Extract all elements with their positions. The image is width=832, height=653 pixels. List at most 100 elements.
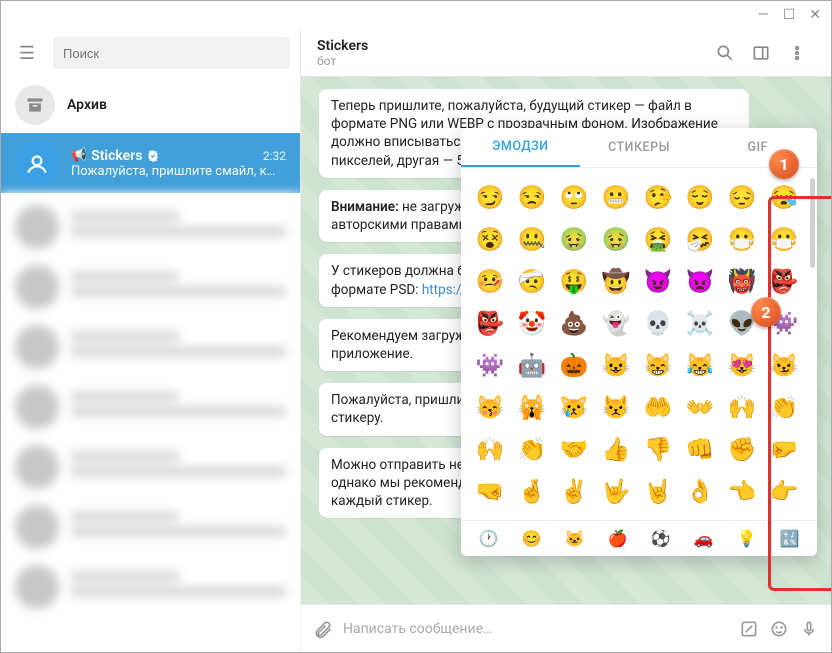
emoji-cell[interactable]: 👾 [469,344,511,386]
emoji-cell[interactable]: 😷 [721,218,763,260]
emoji-cell[interactable]: 😷 [763,218,805,260]
menu-icon[interactable]: ☰ [11,37,43,69]
emoji-cell[interactable]: 👻 [595,302,637,344]
archive-icon [15,85,55,125]
emoji-icon[interactable] [769,619,789,639]
more-icon[interactable] [779,35,815,71]
emoji-cell[interactable]: 🤢 [595,218,637,260]
emoji-cell[interactable]: 😌 [679,176,721,218]
emoji-category[interactable]: ⚽ [651,529,671,548]
sidebar-header: ☰ [1,29,300,77]
emoji-cell[interactable]: 😸 [637,344,679,386]
emoji-cell[interactable]: 💩 [553,302,595,344]
sidepanel-icon[interactable] [743,35,779,71]
emoji-category[interactable]: 🕐 [479,529,499,548]
search-icon[interactable] [707,35,743,71]
emoji-cell[interactable]: 😈 [637,260,679,302]
emoji-cell[interactable]: 🤥 [637,176,679,218]
emoji-cell[interactable]: 🤕 [511,260,553,302]
emoji-cell[interactable]: 😵 [469,218,511,260]
emoji-cell[interactable]: 🙌 [721,386,763,428]
emoji-cell[interactable]: 💀 [637,302,679,344]
chat-item-stickers[interactable]: 📢 Stickers 2:32 Пожалуйста, пришлите сма… [1,133,300,193]
emoji-cell[interactable]: 😻 [721,344,763,386]
emoji-cell[interactable]: 🙄 [553,176,595,218]
emoji-cell[interactable]: 🤟 [595,470,637,512]
emoji-cell[interactable]: 🎃 [553,344,595,386]
emoji-cell[interactable]: 🤛 [763,428,805,470]
emoji-cell[interactable]: ✌️ [553,470,595,512]
emoji-cell[interactable]: 😒 [511,176,553,218]
archive-row[interactable]: Архив [1,77,300,133]
tab-stickers[interactable]: СТИКЕРЫ [580,128,699,167]
emoji-cell[interactable]: 👽 [721,302,763,344]
emoji-cell[interactable]: 👎 [637,428,679,470]
emoji-cell[interactable]: 🤝 [553,428,595,470]
emoji-cell[interactable]: 🤑 [553,260,595,302]
emoji-cell[interactable]: 😽 [469,386,511,428]
search-field[interactable] [63,46,280,61]
main-layout: ☰ Архив 📢 Stickers [1,29,831,652]
emoji-cell[interactable]: 👍 [595,428,637,470]
emoji-cell[interactable]: 😔 [721,176,763,218]
emoji-cell[interactable]: 👹 [721,260,763,302]
emoji-cell[interactable]: 👾 [763,302,805,344]
emoji-cell[interactable]: 😼 [763,344,805,386]
maximize-button[interactable]: ☐ [783,7,796,23]
attach-icon[interactable] [313,619,333,639]
emoji-cell[interactable]: 🤡 [511,302,553,344]
emoji-cell[interactable]: 👿 [679,260,721,302]
emoji-cell[interactable]: 🤖 [511,344,553,386]
emoji-category[interactable]: 😊 [522,529,542,548]
minimize-button[interactable]: — [758,7,769,23]
close-button[interactable]: ✕ [809,7,821,23]
emoji-cell[interactable]: 👐 [679,386,721,428]
emoji-cell[interactable]: ☠️ [679,302,721,344]
emoji-cell[interactable]: 👺 [469,302,511,344]
emoji-cell[interactable]: 👊 [679,428,721,470]
emoji-cell[interactable]: 🙀 [511,386,553,428]
emoji-cell[interactable]: 😺 [595,344,637,386]
emoji-cell[interactable]: 🤧 [679,218,721,260]
emoji-cell[interactable]: 😹 [679,344,721,386]
emoji-cell[interactable]: 😿 [553,386,595,428]
emoji-cell[interactable]: 🤲 [637,386,679,428]
emoji-cell[interactable]: 🤜 [469,470,511,512]
emoji-cell[interactable]: 🤘 [637,470,679,512]
emoji-category[interactable]: 💡 [737,529,757,548]
tab-gif[interactable]: GIF [698,128,817,167]
composer-input[interactable]: Написать сообщение… [343,621,729,637]
emoji-cell[interactable]: 🤞 [511,470,553,512]
commands-icon[interactable] [739,619,759,639]
emoji-cell[interactable]: 👉 [763,470,805,512]
emoji-cell[interactable]: 👺 [763,260,805,302]
emoji-category[interactable]: 🍎 [608,529,628,548]
chat-time: 2:32 [263,149,286,163]
emoji-category[interactable]: 🐱 [565,529,585,548]
emoji-cell[interactable]: 🙌 [469,428,511,470]
emoji-cell[interactable]: 👏 [511,428,553,470]
avatar [15,141,59,185]
emoji-cell[interactable]: 👈 [721,470,763,512]
tab-emoji[interactable]: ЭМОДЗИ [461,128,580,167]
emoji-cell[interactable]: 🤒 [469,260,511,302]
emoji-cell[interactable]: 😬 [595,176,637,218]
scrollbar[interactable] [810,178,815,268]
emoji-category[interactable]: 🚗 [694,529,714,548]
search-input[interactable] [53,37,290,69]
messages-area[interactable]: Теперь пришлите, пожалуйста, будущий сти… [301,77,831,604]
emoji-grid: 😏😒🙄😬🤥😌😔😪😵🤐🤢🤢🤮🤧😷😷🤒🤕🤑🤠😈👿👹👺👺🤡💩👻💀☠️👽👾👾🤖🎃😺😸😹😻… [461,168,817,520]
emoji-cell[interactable]: 😪 [763,176,805,218]
emoji-category[interactable]: 🔣 [780,529,800,548]
emoji-cell[interactable]: 👏 [763,386,805,428]
emoji-cell[interactable]: 🤮 [637,218,679,260]
emoji-cell[interactable]: 🤠 [595,260,637,302]
emoji-cell[interactable]: 🤐 [511,218,553,260]
emoji-cell[interactable]: ✊ [721,428,763,470]
emoji-cell[interactable]: 😾 [595,386,637,428]
verified-icon [146,149,160,163]
emoji-cell[interactable]: 🤢 [553,218,595,260]
emoji-cell[interactable]: 😏 [469,176,511,218]
emoji-cell[interactable]: 👌 [679,470,721,512]
mic-icon[interactable] [799,619,819,639]
